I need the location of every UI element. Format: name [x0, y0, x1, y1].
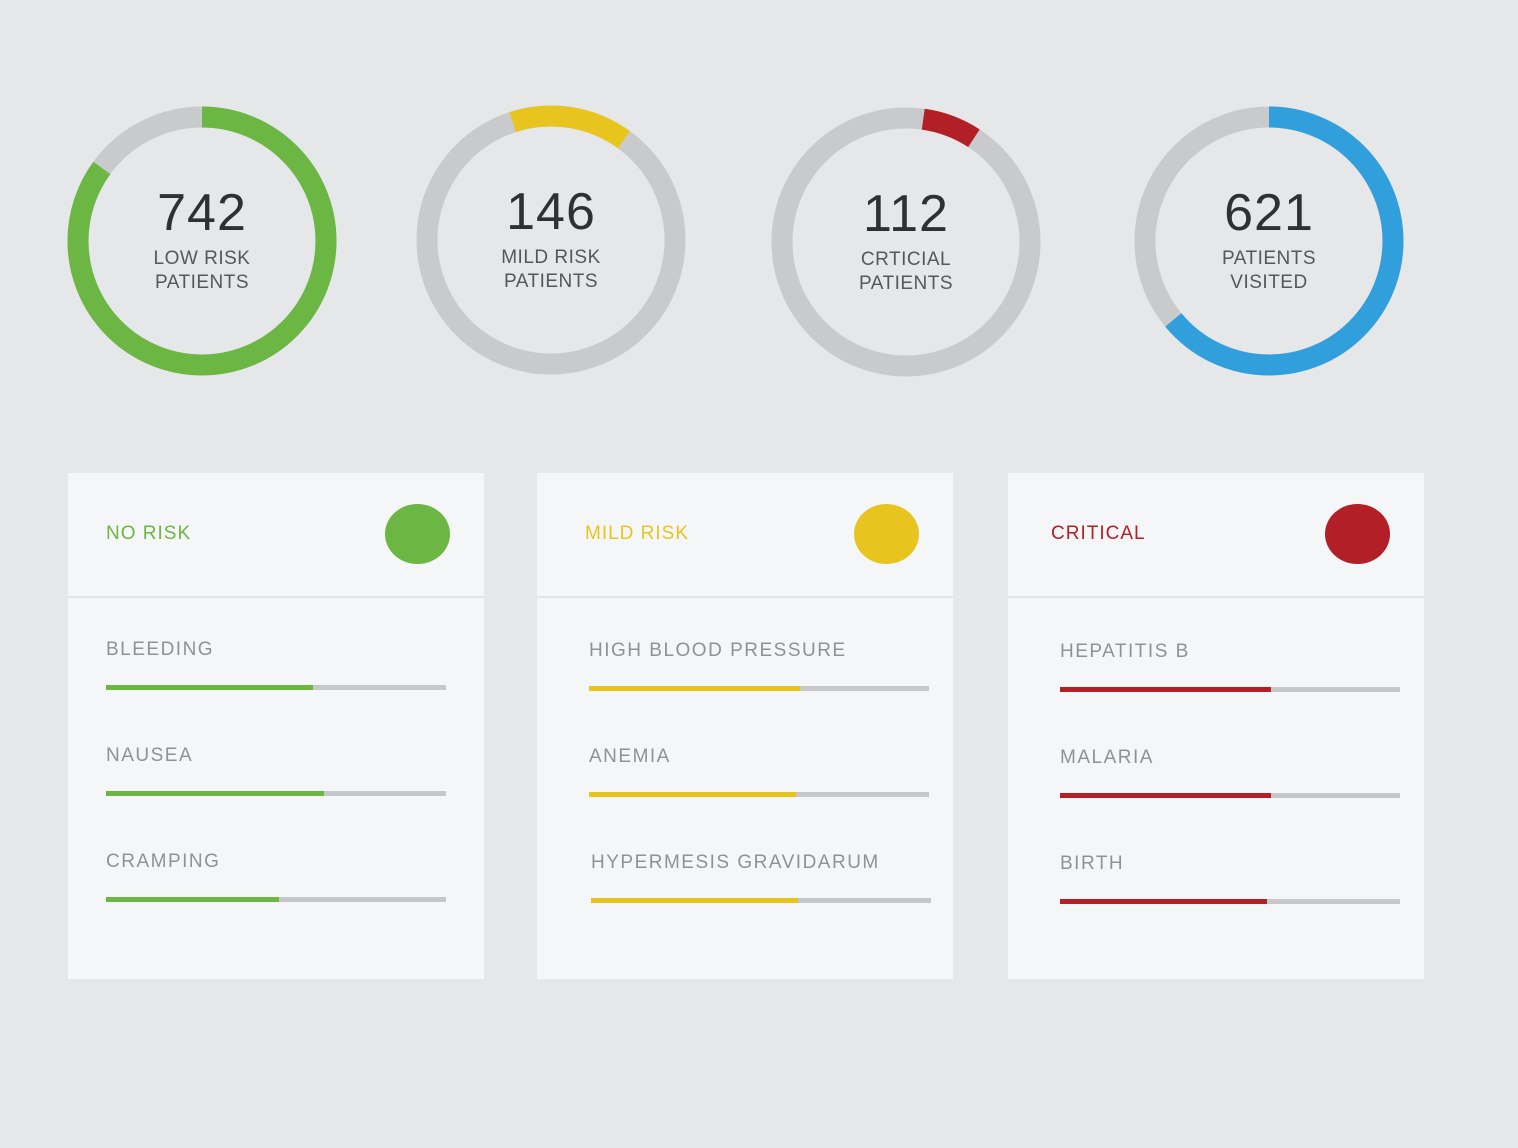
metric-progress-track — [1060, 899, 1400, 904]
metric-label: ANEMIA — [589, 746, 671, 767]
card-title: NO RISK — [106, 523, 192, 544]
metric-progress-fill — [106, 791, 324, 796]
metric-progress-track — [1060, 793, 1400, 798]
card-header: CRITICAL — [1008, 473, 1424, 598]
card-title: CRITICAL — [1051, 523, 1146, 544]
card-mild-risk: MILD RISK HIGH BLOOD PRESSURE ANEMIA HYP… — [537, 473, 953, 979]
metric-progress-fill — [589, 792, 797, 797]
mild-risk-label: MILD RISK PATIENTS — [501, 247, 601, 292]
stat-ring-visited: 621 PATIENTS VISITED — [1134, 106, 1404, 376]
stat-ring-mild-risk: 146 MILD RISK PATIENTS — [416, 105, 686, 375]
card-critical: CRITICAL HEPATITIS B MALARIA BIRTH — [1008, 473, 1424, 979]
critical-count: 112 — [863, 185, 949, 243]
metric-progress-track — [589, 686, 929, 691]
stat-ring-low-risk: 742 LOW RISK PATIENTS — [67, 106, 337, 376]
stat-ring-critical: 112 CRTICIAL PATIENTS — [771, 107, 1041, 377]
metric-progress-fill — [1060, 899, 1268, 904]
visited-label: PATIENTS VISITED — [1221, 248, 1317, 293]
card-title: MILD RISK — [585, 523, 690, 544]
metric-hypermesis-gravidarum: HYPERMESIS GRAVIDARUM — [591, 852, 931, 903]
metric-progress-fill — [589, 686, 800, 691]
metric-label: MALARIA — [1060, 747, 1154, 768]
metric-label: NAUSEA — [106, 745, 194, 766]
metric-label: CRAMPING — [106, 851, 221, 872]
metric-progress-fill — [591, 898, 799, 903]
mild-risk-count: 146 — [506, 183, 596, 241]
metric-bleeding: BLEEDING — [106, 639, 446, 690]
metric-progress-track — [1060, 687, 1400, 692]
status-dot-icon — [1325, 504, 1390, 564]
metric-progress-fill — [106, 897, 280, 902]
status-dot-icon — [385, 504, 450, 564]
metric-label: BIRTH — [1060, 853, 1125, 874]
low-risk-count: 742 — [157, 184, 247, 242]
metric-hepatitis-b: HEPATITIS B — [1060, 641, 1400, 692]
metric-label: HIGH BLOOD PRESSURE — [589, 640, 847, 661]
card-header: NO RISK — [68, 473, 484, 598]
low-risk-label: LOW RISK PATIENTS — [153, 248, 251, 293]
metric-progress-track — [106, 685, 446, 690]
metric-label: HYPERMESIS GRAVIDARUM — [591, 852, 880, 873]
card-header: MILD RISK — [537, 473, 953, 598]
critical-label: CRTICIAL PATIENTS — [858, 249, 954, 294]
metric-anemia: ANEMIA — [589, 746, 929, 797]
card-no-risk: NO RISK BLEEDING NAUSEA CRAMPING — [68, 473, 484, 979]
status-dot-icon — [854, 504, 919, 564]
metric-nausea: NAUSEA — [106, 745, 446, 796]
metric-label: HEPATITIS B — [1060, 641, 1190, 662]
metric-progress-track — [591, 898, 931, 903]
metric-progress-fill — [1060, 793, 1271, 798]
metric-cramping: CRAMPING — [106, 851, 446, 902]
visited-count: 621 — [1224, 184, 1314, 242]
metric-label: BLEEDING — [106, 639, 215, 660]
metric-progress-fill — [1060, 687, 1271, 692]
metric-progress-track — [106, 897, 446, 902]
metric-progress-track — [589, 792, 929, 797]
metric-birth: BIRTH — [1060, 853, 1400, 904]
metric-high-blood-pressure: HIGH BLOOD PRESSURE — [589, 640, 929, 691]
metric-malaria: MALARIA — [1060, 747, 1400, 798]
metric-progress-track — [106, 791, 446, 796]
metric-progress-fill — [106, 685, 314, 690]
